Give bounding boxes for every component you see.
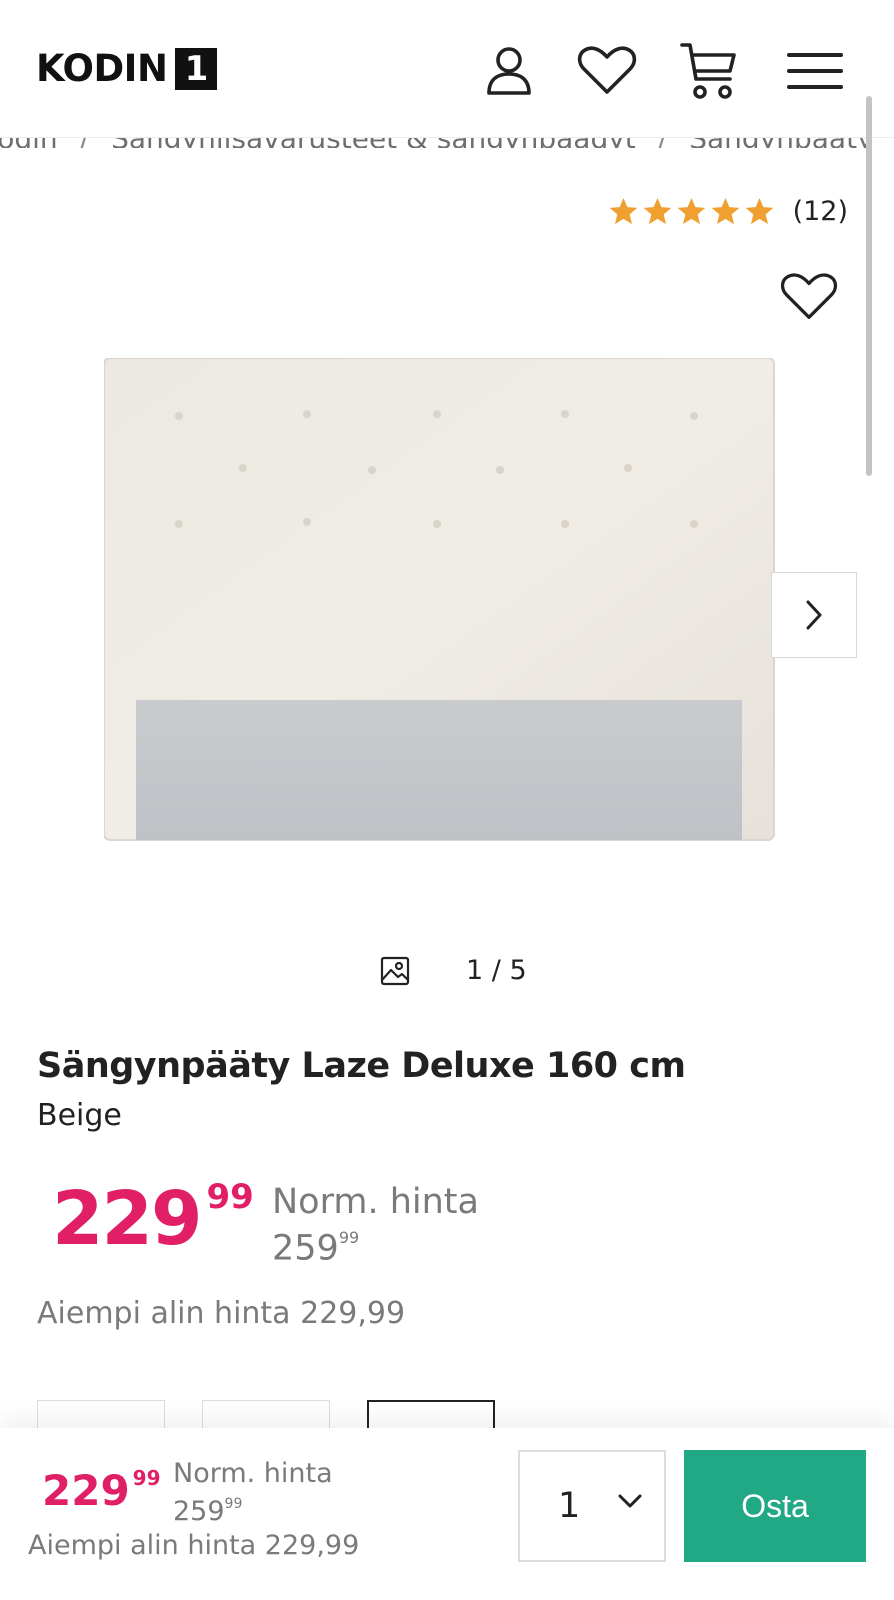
menu-icon[interactable] xyxy=(782,38,848,104)
star-icon xyxy=(643,197,671,225)
logo-box: 1 xyxy=(175,48,218,90)
current-price: 229 99 xyxy=(52,1177,254,1256)
scrollbar[interactable] xyxy=(866,96,872,476)
product-image[interactable] xyxy=(104,358,784,858)
price-decimals: 99 xyxy=(206,1177,254,1217)
buy-button[interactable]: Osta xyxy=(684,1450,866,1562)
chevron-down-icon xyxy=(618,1494,642,1508)
normal-price-label: Norm. hinta xyxy=(272,1182,479,1222)
image-counter-text: 1 / 5 xyxy=(466,955,527,986)
star-icon xyxy=(677,197,705,225)
product-title: Sängynpääty Laze Deluxe 160 cm xyxy=(37,1046,686,1086)
heart-icon xyxy=(780,273,838,319)
rating-stars xyxy=(608,196,775,227)
image-counter: 1 / 5 xyxy=(380,955,527,986)
product-rating[interactable]: (12) xyxy=(608,196,848,227)
sticky-normal-price-value: 25999 xyxy=(173,1496,243,1527)
sticky-lowest-price-note: Aiempi alin hinta 229,99 xyxy=(28,1530,360,1561)
user-icon[interactable] xyxy=(476,38,542,104)
kodin1-logo[interactable]: KODIN 1 xyxy=(36,47,218,90)
price-integer: 229 xyxy=(52,1176,202,1262)
sticky-normal-price: Norm. hinta 25999 xyxy=(173,1458,333,1528)
quantity-value: 1 xyxy=(558,1486,581,1526)
heart-icon[interactable] xyxy=(574,38,640,104)
logo-text: KODIN xyxy=(36,47,168,90)
sticky-normal-price-label: Norm. hinta xyxy=(173,1458,333,1489)
lowest-price-note: Aiempi alin hinta 229,99 xyxy=(37,1296,406,1331)
add-to-favorites-button[interactable] xyxy=(780,270,838,324)
normal-price-value: 25999 xyxy=(272,1228,360,1269)
site-header: KODIN 1 xyxy=(0,0,894,138)
sticky-price-decimals: 99 xyxy=(132,1466,161,1490)
normal-price: Norm. hinta 25999 xyxy=(272,1182,479,1269)
image-icon[interactable] xyxy=(380,956,410,986)
sticky-price-integer: 229 xyxy=(42,1466,130,1515)
sticky-current-price: 229 99 xyxy=(42,1466,161,1515)
star-icon xyxy=(711,197,739,225)
rating-count[interactable]: (12) xyxy=(793,196,848,227)
cart-icon[interactable] xyxy=(676,38,742,104)
star-icon xyxy=(745,197,773,225)
star-icon xyxy=(609,197,637,225)
quantity-select[interactable]: 1 xyxy=(518,1450,666,1562)
sticky-buy-bar: 229 99 Norm. hinta 25999 Aiempi alin hint… xyxy=(0,1428,894,1600)
chevron-right-icon xyxy=(806,600,822,630)
product-variant: Beige xyxy=(37,1098,122,1133)
next-image-button[interactable] xyxy=(771,572,857,658)
